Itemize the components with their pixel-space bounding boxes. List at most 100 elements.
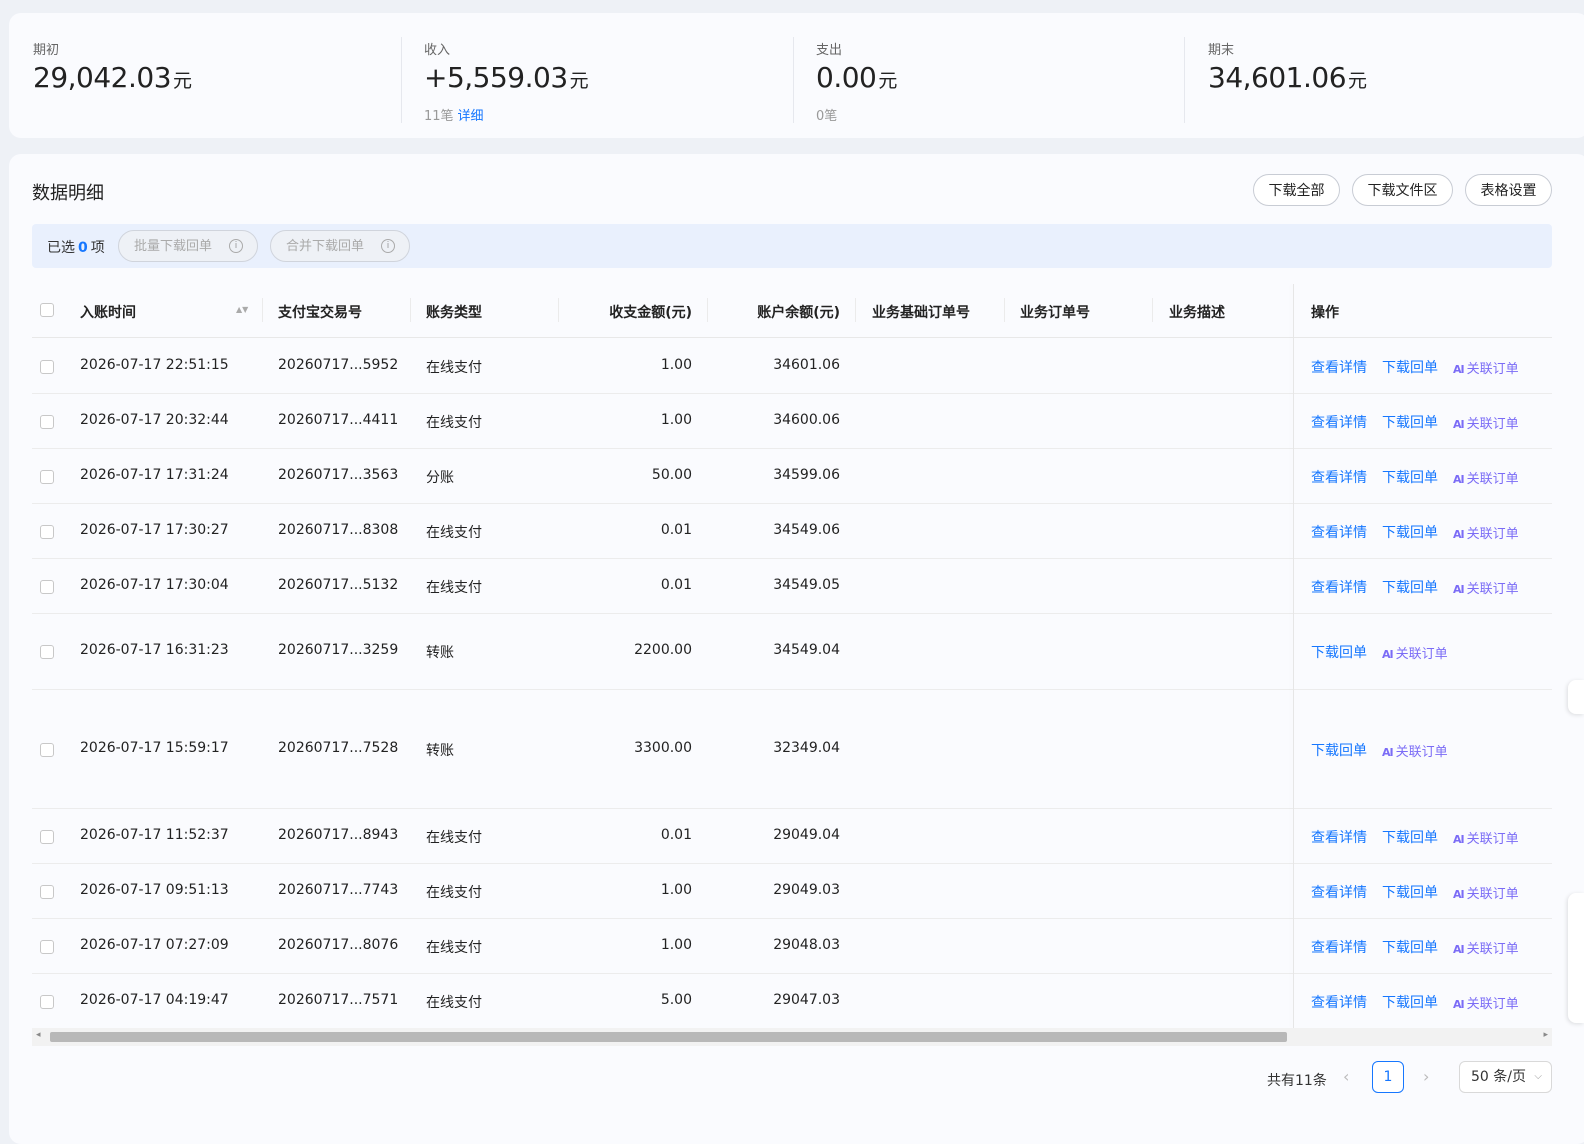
stat-income-count: 11笔 详细 [424,109,484,124]
download-receipt-link[interactable]: 下载回单 [1382,937,1438,957]
cell-type: 在线支付 [426,885,482,901]
table-row: 2026-07-17 17:30:04 20260717...5132 在线支付 0.… [32,558,1552,614]
row-checkbox[interactable] [40,940,54,954]
table-settings-button[interactable]: 表格设置 [1465,174,1552,206]
summary-card: 期初 29,042.03 元 收入 +5,559.03 元 11笔 详细 支出 0.0… [9,13,1584,138]
link-order-link[interactable]: AI 关联订单 [1453,523,1519,542]
selection-bar: 已选 0 项 批量下载回单 i 合并下载回单 i [32,224,1552,268]
view-detail-link[interactable]: 查看详情 [1311,357,1367,377]
download-receipt-link[interactable]: 下载回单 [1382,357,1438,377]
view-detail-link[interactable]: 查看详情 [1311,827,1367,847]
row-checkbox[interactable] [40,360,54,374]
floating-assistant-tab[interactable] [1568,680,1584,714]
row-checkbox[interactable] [40,525,54,539]
col-header-order: 业务订单号 [1020,305,1090,321]
download-receipt-link[interactable]: 下载回单 [1382,522,1438,542]
cell-amount: 0.01 [660,522,692,538]
link-order-link[interactable]: AI 关联订单 [1453,358,1519,377]
page-button-current[interactable]: 1 [1372,1061,1404,1093]
column-divider [1152,298,1153,322]
view-detail-link[interactable]: 查看详情 [1311,937,1367,957]
table-row: 2026-07-17 09:51:13 20260717...7743 在线支付 1.… [32,863,1552,919]
view-detail-link[interactable]: 查看详情 [1311,467,1367,487]
row-checkbox[interactable] [40,645,54,659]
scroll-left-icon[interactable]: ◂ [36,1030,41,1040]
row-checkbox[interactable] [40,830,54,844]
cell-balance: 29048.03 [773,937,840,953]
pagination-total: 共有11条 [1267,1073,1327,1089]
cell-amount: 50.00 [651,467,692,483]
download-receipt-link[interactable]: 下载回单 [1382,467,1438,487]
link-order-link[interactable]: AI 关联订单 [1453,413,1519,432]
section-title: 数据明细 [32,183,104,204]
cell-time: 2026-07-17 17:31:24 [80,467,229,483]
view-detail-link[interactable]: 查看详情 [1311,522,1367,542]
download-receipt-link[interactable]: 下载回单 [1311,740,1367,760]
cell-amount: 0.01 [660,827,692,843]
page-size-select[interactable]: 50 条/页 ⌵ [1459,1061,1552,1093]
next-page-icon[interactable]: › [1423,1067,1429,1086]
row-checkbox[interactable] [40,995,54,1009]
download-receipt-link[interactable]: 下载回单 [1311,642,1367,662]
link-order-link[interactable]: AI 关联订单 [1382,741,1448,760]
column-divider [707,298,708,322]
cell-trade-no: 20260717...4411 [278,412,399,428]
row-checkbox[interactable] [40,470,54,484]
cell-balance: 29049.03 [773,882,840,898]
row-checkbox[interactable] [40,885,54,899]
info-icon: i [381,239,395,253]
row-checkbox[interactable] [40,415,54,429]
stat-income-value: +5,559.03 元 [424,61,589,94]
cell-amount: 0.01 [660,577,692,593]
link-order-link[interactable]: AI 关联订单 [1453,468,1519,487]
download-receipt-link[interactable]: 下载回单 [1382,827,1438,847]
col-header-time[interactable]: 入账时间 [80,302,136,322]
link-order-link[interactable]: AI 关联订单 [1453,578,1519,597]
col-header-amount: 收支金额(元) [609,305,692,321]
view-detail-link[interactable]: 查看详情 [1311,412,1367,432]
cell-balance: 34549.04 [773,642,840,658]
download-receipt-link[interactable]: 下载回单 [1382,882,1438,902]
download-all-button[interactable]: 下载全部 [1253,174,1340,206]
row-checkbox[interactable] [40,580,54,594]
link-order-link[interactable]: AI 关联订单 [1453,883,1519,902]
cell-balance: 32349.04 [773,740,840,756]
download-receipt-link[interactable]: 下载回单 [1382,577,1438,597]
sort-icon[interactable]: ▲▼ [236,306,248,314]
download-receipt-link[interactable]: 下载回单 [1382,992,1438,1012]
table-row: 2026-07-17 11:52:37 20260717...8943 在线支付 0.… [32,808,1552,864]
row-checkbox[interactable] [40,743,54,757]
view-detail-link[interactable]: 查看详情 [1311,882,1367,902]
cell-amount: 5.00 [660,992,692,1008]
link-order-link[interactable]: AI 关联订单 [1453,993,1519,1012]
cell-type: 转账 [426,743,454,759]
download-area-button[interactable]: 下载文件区 [1352,174,1453,206]
view-detail-link[interactable]: 查看详情 [1311,992,1367,1012]
link-order-link[interactable]: AI 关联订单 [1382,643,1448,662]
link-order-link[interactable]: AI 关联订单 [1453,828,1519,847]
view-detail-link[interactable]: 查看详情 [1311,577,1367,597]
scroll-right-icon[interactable]: ▸ [1543,1030,1548,1040]
batch-download-button[interactable]: 批量下载回单 i [118,230,258,262]
cell-time: 2026-07-17 09:51:13 [80,882,229,898]
cell-balance: 34599.06 [773,467,840,483]
prev-page-icon[interactable]: ‹ [1343,1067,1349,1086]
ai-icon: AI [1453,998,1465,1011]
income-detail-link[interactable]: 详细 [458,109,484,124]
table-row: 2026-07-17 22:51:15 20260717...5952 在线支付 1.… [32,338,1552,394]
cell-type: 在线支付 [426,580,482,596]
cell-trade-no: 20260717...3259 [278,642,399,658]
download-receipt-link[interactable]: 下载回单 [1382,412,1438,432]
select-all-checkbox[interactable] [40,303,54,317]
scrollbar-thumb[interactable] [50,1032,1287,1042]
floating-tool-tab[interactable] [1568,893,1584,1023]
cell-amount: 2200.00 [634,642,692,658]
stat-closing-value: 34,601.06 元 [1208,61,1367,94]
merge-download-button[interactable]: 合并下载回单 i [270,230,410,262]
table-row: 2026-07-17 20:32:44 20260717...4411 在线支付 1.… [32,393,1552,449]
data-detail-panel: 数据明细 下载全部 下载文件区 表格设置 已选 0 项 批量下载回单 i 合并下载回单… [9,154,1584,1144]
horizontal-scrollbar[interactable]: ◂ ▸ [32,1028,1552,1046]
cell-trade-no: 20260717...7571 [278,992,399,1008]
link-order-link[interactable]: AI 关联订单 [1453,938,1519,957]
cell-balance: 34549.06 [773,522,840,538]
